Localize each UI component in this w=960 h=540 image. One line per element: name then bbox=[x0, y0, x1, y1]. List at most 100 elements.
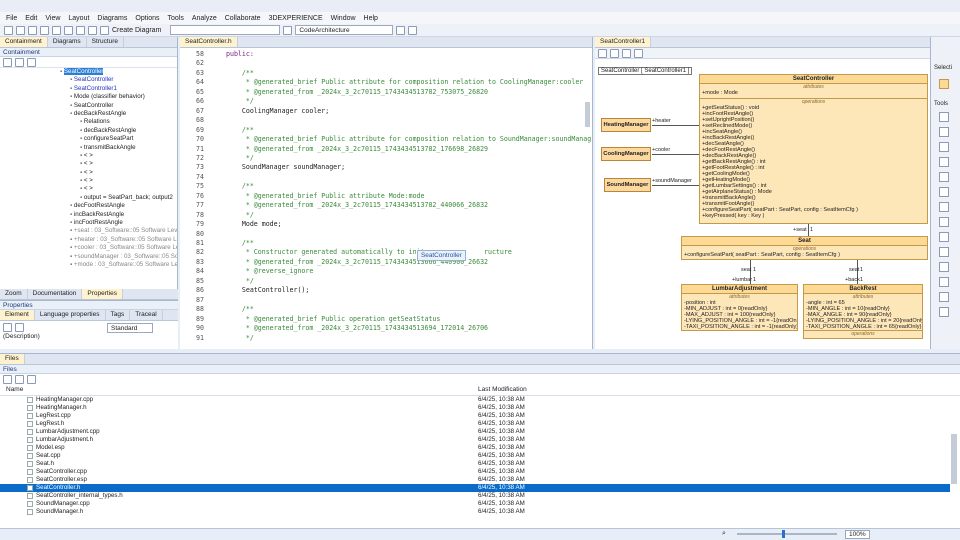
files-scrollbar[interactable] bbox=[951, 434, 957, 484]
tree-node[interactable]: ▪ < > bbox=[0, 169, 177, 177]
file-row[interactable]: SeatController_internal_types.h 6/4/25, 1… bbox=[0, 492, 950, 500]
tree-node[interactable]: ▪ transmitBackAngle bbox=[0, 144, 177, 152]
palette-tool-icon[interactable] bbox=[939, 142, 949, 152]
properties-mode-select[interactable]: Standard bbox=[107, 323, 153, 333]
menu-layout[interactable]: Layout bbox=[68, 15, 89, 22]
palette-tool-icon[interactable] bbox=[939, 232, 949, 242]
zoom-slider[interactable] bbox=[737, 533, 837, 535]
file-row[interactable]: SoundManager.cpp 6/4/25, 10:38 AM bbox=[0, 500, 950, 508]
tree-node[interactable]: ▪ SeatController bbox=[0, 102, 177, 110]
create-diagram-button[interactable]: Create Diagram bbox=[112, 27, 161, 34]
file-row[interactable]: Seat.h 6/4/25, 10:38 AM bbox=[0, 460, 950, 468]
menu-view[interactable]: View bbox=[45, 15, 60, 22]
menu-diagrams[interactable]: Diagrams bbox=[97, 15, 127, 22]
zoom-slider-handle[interactable] bbox=[782, 530, 785, 538]
tree-node[interactable]: ▪ +cooler : 03_Software::05 Software Le bbox=[0, 244, 177, 252]
diagram-icon[interactable] bbox=[100, 25, 109, 35]
tree-node[interactable]: ▪ SeatController bbox=[0, 76, 177, 84]
backrest-class[interactable]: BackRest attributes -angle : int = 65 -MI… bbox=[803, 284, 923, 339]
palette-tool-icon[interactable] bbox=[939, 277, 949, 287]
tab-files[interactable]: Files bbox=[0, 354, 25, 364]
new-file-icon[interactable] bbox=[4, 25, 13, 35]
cut-icon[interactable] bbox=[64, 25, 73, 35]
palette-tool-icon[interactable] bbox=[939, 112, 949, 122]
tree-node[interactable]: ▪ SeatController1 bbox=[0, 85, 177, 93]
tree-node[interactable]: ▪ decBackRestAngle bbox=[0, 127, 177, 135]
layout-icon[interactable] bbox=[408, 25, 418, 35]
tree-node[interactable]: ▪ Relations bbox=[0, 118, 177, 126]
tree-node[interactable]: ▪ +mode : 03_Software::05 Software Le bbox=[0, 261, 177, 269]
palette-tool-icon[interactable] bbox=[939, 292, 949, 302]
palette-tool-icon[interactable] bbox=[939, 127, 949, 137]
menu-collaborate[interactable]: Collaborate bbox=[225, 15, 261, 22]
tab-diagrams[interactable]: Diagrams bbox=[48, 37, 87, 47]
collapse-icon[interactable] bbox=[15, 58, 24, 67]
undo-icon[interactable] bbox=[40, 25, 49, 35]
palette-tool-icon[interactable] bbox=[939, 187, 949, 197]
tree-node[interactable]: ▪ SeatController bbox=[0, 68, 177, 76]
diagram-tool-icon[interactable] bbox=[610, 49, 619, 58]
code-area[interactable]: 58 public: 62 63 /** 64 * @generated_brief P… bbox=[180, 48, 592, 348]
menu-edit[interactable]: Edit bbox=[25, 15, 37, 22]
tree-node[interactable]: ▪ decFootRestAngle bbox=[0, 202, 177, 210]
tab-properties[interactable]: Properties bbox=[82, 289, 123, 299]
tree-node[interactable]: ▪ configureSeatPart bbox=[0, 135, 177, 143]
menu-options[interactable]: Options bbox=[135, 15, 159, 22]
tab-containment[interactable]: Containment bbox=[0, 37, 48, 47]
menu-window[interactable]: Window bbox=[331, 15, 356, 22]
paste-icon[interactable] bbox=[88, 25, 97, 35]
tree-node[interactable]: ▪ < > bbox=[0, 152, 177, 160]
zoom-level[interactable]: 100% bbox=[845, 530, 870, 539]
file-row[interactable]: SoundManager.h 6/4/25, 10:38 AM bbox=[0, 508, 950, 516]
menu-analyze[interactable]: Analyze bbox=[192, 15, 217, 22]
tab-structure[interactable]: Structure bbox=[87, 37, 125, 47]
save-icon[interactable] bbox=[28, 25, 37, 35]
name-column-header[interactable]: Name bbox=[6, 384, 23, 396]
diagram-tool-icon[interactable] bbox=[622, 49, 631, 58]
seat-class[interactable]: Seat operations +configureSeatPart( seat… bbox=[681, 236, 928, 260]
file-row[interactable]: LumbarAdjustment.h 6/4/25, 10:38 AM bbox=[0, 436, 950, 444]
zoom-icon[interactable]: ⌕ bbox=[722, 530, 726, 538]
properties-tab[interactable]: Language properties bbox=[35, 310, 106, 320]
add-icon[interactable] bbox=[3, 58, 12, 67]
heatingmanager-part[interactable]: HeatingManager bbox=[601, 118, 651, 132]
tab-seatcontroller-h[interactable]: SeatController.h bbox=[180, 37, 238, 47]
file-row[interactable]: LegRest.cpp 6/4/25, 10:38 AM bbox=[0, 412, 950, 420]
file-row[interactable]: Model.esp 6/4/25, 10:38 AM bbox=[0, 444, 950, 452]
tab-seatcontroller1[interactable]: SeatController1 bbox=[595, 37, 652, 47]
sort-icon[interactable] bbox=[15, 323, 24, 332]
nav-icon[interactable] bbox=[283, 25, 293, 35]
properties-tab[interactable]: Traceal bbox=[130, 310, 163, 320]
tree-node[interactable]: ▪ < > bbox=[0, 177, 177, 185]
palette-tool-icon[interactable] bbox=[939, 307, 949, 317]
soundmanager-part[interactable]: SoundManager bbox=[604, 178, 651, 192]
file-row[interactable]: LegRest.h 6/4/25, 10:38 AM bbox=[0, 420, 950, 428]
menu-help[interactable]: Help bbox=[364, 15, 378, 22]
tree-node[interactable]: ▪ +soundManager : 03_Software::05 So bbox=[0, 253, 177, 261]
palette-tool-icon[interactable] bbox=[939, 202, 949, 212]
tree-node[interactable]: ▪ decBackRestAngle bbox=[0, 110, 177, 118]
tree-node[interactable]: ▪ output = SeatPart_back; output2 bbox=[0, 194, 177, 202]
expand-icon[interactable] bbox=[3, 375, 12, 384]
file-row[interactable]: HeatingManager.h 6/4/25, 10:38 AM bbox=[0, 404, 950, 412]
tree-node[interactable]: ▪ < > bbox=[0, 185, 177, 193]
palette-tool-icon[interactable] bbox=[939, 262, 949, 272]
tree-node[interactable]: ▪ +heater : 03_Software::05 Software Le bbox=[0, 236, 177, 244]
redo-icon[interactable] bbox=[52, 25, 61, 35]
menu-tools[interactable]: Tools bbox=[168, 15, 184, 22]
editor-scrollbar[interactable] bbox=[585, 102, 590, 127]
menu-file[interactable]: File bbox=[6, 15, 17, 22]
palette-tool-icon[interactable] bbox=[939, 157, 949, 167]
palette-tool-icon[interactable] bbox=[939, 217, 949, 227]
diagram-tool-icon[interactable] bbox=[598, 49, 607, 58]
lumbar-class[interactable]: LumbarAdjustment attributes -position : … bbox=[681, 284, 798, 331]
collapse-icon[interactable] bbox=[15, 375, 24, 384]
copy-icon[interactable] bbox=[76, 25, 85, 35]
properties-tab[interactable]: Tags bbox=[106, 310, 131, 320]
properties-tab[interactable]: Element bbox=[0, 310, 35, 320]
menu-3dexperience[interactable]: 3DEXPERIENCE bbox=[269, 15, 323, 22]
tab-documentation[interactable]: Documentation bbox=[28, 289, 83, 299]
grid-icon[interactable] bbox=[3, 323, 12, 332]
palette-tool-icon[interactable] bbox=[939, 247, 949, 257]
seatcontroller-class[interactable]: SeatController attributes +mode : Mode o… bbox=[699, 74, 928, 224]
